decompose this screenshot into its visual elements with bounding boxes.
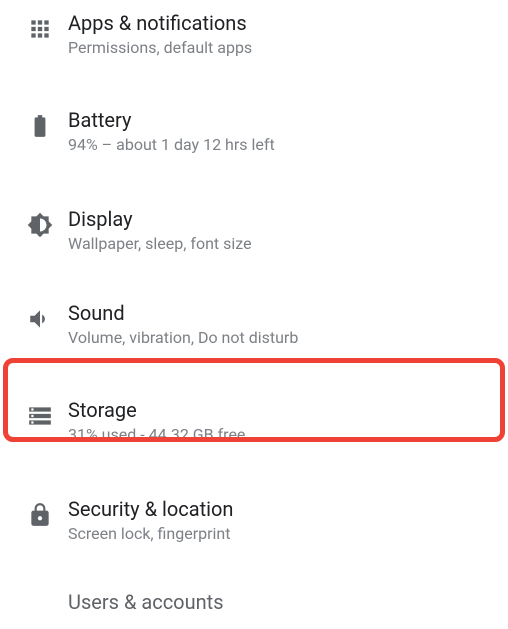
settings-item-text: Security & location Screen lock, fingerp… bbox=[68, 496, 492, 545]
lock-icon bbox=[12, 496, 68, 528]
settings-item-text: Users & accounts bbox=[68, 589, 492, 615]
settings-item-display[interactable]: Display Wallpaper, sleep, font size bbox=[0, 186, 508, 283]
settings-item-title: Apps & notifications bbox=[68, 10, 492, 36]
settings-item-subtitle: Screen lock, fingerprint bbox=[68, 524, 492, 545]
sound-icon bbox=[12, 300, 68, 332]
settings-item-apps[interactable]: Apps & notifications Permissions, defaul… bbox=[0, 4, 508, 87]
settings-item-subtitle: Permissions, default apps bbox=[68, 38, 492, 59]
settings-item-subtitle: Volume, vibration, Do not disturb bbox=[68, 328, 492, 349]
settings-item-subtitle: Wallpaper, sleep, font size bbox=[68, 234, 492, 255]
settings-item-subtitle: 31% used - 44.32 GB free bbox=[68, 425, 492, 446]
settings-item-users[interactable]: Users & accounts bbox=[0, 571, 508, 629]
settings-item-text: Sound Volume, vibration, Do not disturb bbox=[68, 300, 492, 349]
settings-item-title: Storage bbox=[68, 397, 492, 423]
settings-item-sound[interactable]: Sound Volume, vibration, Do not disturb bbox=[0, 282, 508, 373]
settings-item-subtitle: 94% – about 1 day 12 hrs left bbox=[68, 135, 492, 156]
settings-item-text: Storage 31% used - 44.32 GB free bbox=[68, 397, 492, 446]
settings-item-title: Battery bbox=[68, 107, 492, 133]
settings-item-storage[interactable]: Storage 31% used - 44.32 GB free bbox=[0, 373, 508, 474]
storage-icon bbox=[12, 397, 68, 429]
settings-item-title: Security & location bbox=[68, 496, 492, 522]
settings-list: Apps & notifications Permissions, defaul… bbox=[0, 0, 508, 629]
settings-item-title: Users & accounts bbox=[68, 589, 492, 615]
settings-item-title: Sound bbox=[68, 300, 492, 326]
settings-item-text: Battery 94% – about 1 day 12 hrs left bbox=[68, 107, 492, 156]
display-icon bbox=[12, 206, 68, 238]
battery-icon bbox=[12, 107, 68, 139]
settings-item-title: Display bbox=[68, 206, 492, 232]
user-icon bbox=[12, 589, 68, 595]
apps-icon bbox=[12, 10, 68, 42]
settings-item-battery[interactable]: Battery 94% – about 1 day 12 hrs left bbox=[0, 87, 508, 186]
settings-item-text: Display Wallpaper, sleep, font size bbox=[68, 206, 492, 255]
settings-item-text: Apps & notifications Permissions, defaul… bbox=[68, 10, 492, 59]
settings-item-security[interactable]: Security & location Screen lock, fingerp… bbox=[0, 474, 508, 571]
